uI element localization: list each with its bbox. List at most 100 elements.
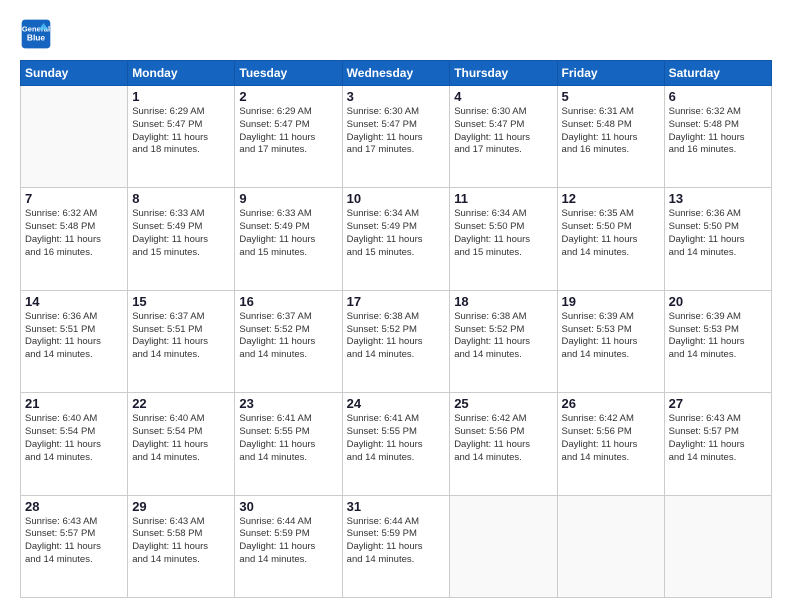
calendar-cell: 6Sunrise: 6:32 AM Sunset: 5:48 PM Daylig… [664,86,771,188]
day-number: 13 [669,191,767,206]
day-info: Sunrise: 6:33 AM Sunset: 5:49 PM Dayligh… [239,208,337,259]
day-info: Sunrise: 6:36 AM Sunset: 5:50 PM Dayligh… [669,208,767,259]
day-number: 5 [562,89,660,104]
day-info: Sunrise: 6:40 AM Sunset: 5:54 PM Dayligh… [25,413,123,464]
day-info: Sunrise: 6:30 AM Sunset: 5:47 PM Dayligh… [454,106,552,157]
calendar-cell: 18Sunrise: 6:38 AM Sunset: 5:52 PM Dayli… [450,290,557,392]
day-info: Sunrise: 6:29 AM Sunset: 5:47 PM Dayligh… [239,106,337,157]
calendar-week-row: 7Sunrise: 6:32 AM Sunset: 5:48 PM Daylig… [21,188,772,290]
day-number: 20 [669,294,767,309]
calendar-cell: 26Sunrise: 6:42 AM Sunset: 5:56 PM Dayli… [557,393,664,495]
day-info: Sunrise: 6:29 AM Sunset: 5:47 PM Dayligh… [132,106,230,157]
calendar-week-row: 21 Sunrise: 6:40 AM Sunset: 5:54 PM Dayli… [21,393,772,495]
logo-icon: General Blue [20,18,52,50]
calendar-week-row: 14Sunrise: 6:36 AM Sunset: 5:51 PM Dayli… [21,290,772,392]
calendar-cell: 30Sunrise: 6:44 AM Sunset: 5:59 PM Dayli… [235,495,342,597]
calendar-cell [664,495,771,597]
day-number: 27 [669,396,767,411]
day-number: 26 [562,396,660,411]
day-info: Sunrise: 6:43 AM Sunset: 5:57 PM Dayligh… [669,413,767,464]
calendar-cell: 5 Sunrise: 6:31 AM Sunset: 5:48 PM Daylig… [557,86,664,188]
calendar-header-wednesday: Wednesday [342,61,450,86]
calendar-cell: 27 Sunrise: 6:43 AM Sunset: 5:57 PM Dayli… [664,393,771,495]
day-number: 18 [454,294,552,309]
day-info: Sunrise: 6:37 AM Sunset: 5:52 PM Dayligh… [239,311,337,362]
day-info: Sunrise: 6:43 AM Sunset: 5:58 PM Dayligh… [132,516,230,567]
day-info: Sunrise: 6:42 AM Sunset: 5:56 PM Dayligh… [454,413,552,464]
calendar-cell: 28Sunrise: 6:43 AM Sunset: 5:57 PM Dayli… [21,495,128,597]
day-number: 6 [669,89,767,104]
calendar-cell: 14Sunrise: 6:36 AM Sunset: 5:51 PM Dayli… [21,290,128,392]
calendar-cell: 15 Sunrise: 6:37 AM Sunset: 5:51 PM Dayli… [128,290,235,392]
calendar-header-tuesday: Tuesday [235,61,342,86]
day-info: Sunrise: 6:37 AM Sunset: 5:51 PM Dayligh… [132,311,230,362]
day-number: 7 [25,191,123,206]
calendar-cell: 13 Sunrise: 6:36 AM Sunset: 5:50 PM Dayli… [664,188,771,290]
day-number: 17 [347,294,446,309]
day-number: 24 [347,396,446,411]
calendar-header-saturday: Saturday [664,61,771,86]
calendar-cell [21,86,128,188]
day-number: 14 [25,294,123,309]
calendar-cell: 10 Sunrise: 6:34 AM Sunset: 5:49 PM Dayli… [342,188,450,290]
day-number: 4 [454,89,552,104]
day-number: 10 [347,191,446,206]
day-info: Sunrise: 6:38 AM Sunset: 5:52 PM Dayligh… [347,311,446,362]
calendar-header-sunday: Sunday [21,61,128,86]
calendar-table: SundayMondayTuesdayWednesdayThursdayFrid… [20,60,772,598]
calendar-cell: 29 Sunrise: 6:43 AM Sunset: 5:58 PM Dayli… [128,495,235,597]
calendar-cell: 1 Sunrise: 6:29 AM Sunset: 5:47 PM Daylig… [128,86,235,188]
day-info: Sunrise: 6:44 AM Sunset: 5:59 PM Dayligh… [239,516,337,567]
calendar-week-row: 1 Sunrise: 6:29 AM Sunset: 5:47 PM Daylig… [21,86,772,188]
calendar-cell: 12Sunrise: 6:35 AM Sunset: 5:50 PM Dayli… [557,188,664,290]
day-number: 25 [454,396,552,411]
day-number: 16 [239,294,337,309]
day-info: Sunrise: 6:30 AM Sunset: 5:47 PM Dayligh… [347,106,446,157]
calendar-cell: 19 Sunrise: 6:39 AM Sunset: 5:53 PM Dayli… [557,290,664,392]
day-number: 2 [239,89,337,104]
day-info: Sunrise: 6:40 AM Sunset: 5:54 PM Dayligh… [132,413,230,464]
calendar-header-friday: Friday [557,61,664,86]
day-number: 12 [562,191,660,206]
day-number: 21 [25,396,123,411]
day-info: Sunrise: 6:33 AM Sunset: 5:49 PM Dayligh… [132,208,230,259]
day-info: Sunrise: 6:31 AM Sunset: 5:48 PM Dayligh… [562,106,660,157]
day-number: 11 [454,191,552,206]
day-info: Sunrise: 6:39 AM Sunset: 5:53 PM Dayligh… [562,311,660,362]
header: General Blue [20,18,772,50]
day-info: Sunrise: 6:41 AM Sunset: 5:55 PM Dayligh… [347,413,446,464]
day-number: 3 [347,89,446,104]
calendar-header-row: SundayMondayTuesdayWednesdayThursdayFrid… [21,61,772,86]
calendar-cell: 22 Sunrise: 6:40 AM Sunset: 5:54 PM Dayli… [128,393,235,495]
logo: General Blue [20,18,56,50]
calendar-header-monday: Monday [128,61,235,86]
calendar-cell: 31Sunrise: 6:44 AM Sunset: 5:59 PM Dayli… [342,495,450,597]
calendar-cell: 11 Sunrise: 6:34 AM Sunset: 5:50 PM Dayli… [450,188,557,290]
day-info: Sunrise: 6:39 AM Sunset: 5:53 PM Dayligh… [669,311,767,362]
calendar-week-row: 28Sunrise: 6:43 AM Sunset: 5:57 PM Dayli… [21,495,772,597]
calendar-header-thursday: Thursday [450,61,557,86]
calendar-cell: 7Sunrise: 6:32 AM Sunset: 5:48 PM Daylig… [21,188,128,290]
day-info: Sunrise: 6:34 AM Sunset: 5:49 PM Dayligh… [347,208,446,259]
calendar-cell: 3 Sunrise: 6:30 AM Sunset: 5:47 PM Daylig… [342,86,450,188]
day-info: Sunrise: 6:34 AM Sunset: 5:50 PM Dayligh… [454,208,552,259]
day-number: 8 [132,191,230,206]
calendar-cell: 24 Sunrise: 6:41 AM Sunset: 5:55 PM Dayli… [342,393,450,495]
calendar-cell: 9Sunrise: 6:33 AM Sunset: 5:49 PM Daylig… [235,188,342,290]
day-number: 19 [562,294,660,309]
day-number: 28 [25,499,123,514]
calendar-cell: 2 Sunrise: 6:29 AM Sunset: 5:47 PM Daylig… [235,86,342,188]
calendar-cell: 8 Sunrise: 6:33 AM Sunset: 5:49 PM Daylig… [128,188,235,290]
day-number: 29 [132,499,230,514]
calendar-cell [557,495,664,597]
calendar-cell [450,495,557,597]
calendar-cell: 21 Sunrise: 6:40 AM Sunset: 5:54 PM Dayli… [21,393,128,495]
day-info: Sunrise: 6:41 AM Sunset: 5:55 PM Dayligh… [239,413,337,464]
day-number: 22 [132,396,230,411]
calendar-cell: 20 Sunrise: 6:39 AM Sunset: 5:53 PM Dayli… [664,290,771,392]
day-number: 23 [239,396,337,411]
day-number: 15 [132,294,230,309]
calendar-cell: 16 Sunrise: 6:37 AM Sunset: 5:52 PM Dayli… [235,290,342,392]
day-number: 1 [132,89,230,104]
calendar-cell: 23 Sunrise: 6:41 AM Sunset: 5:55 PM Dayli… [235,393,342,495]
